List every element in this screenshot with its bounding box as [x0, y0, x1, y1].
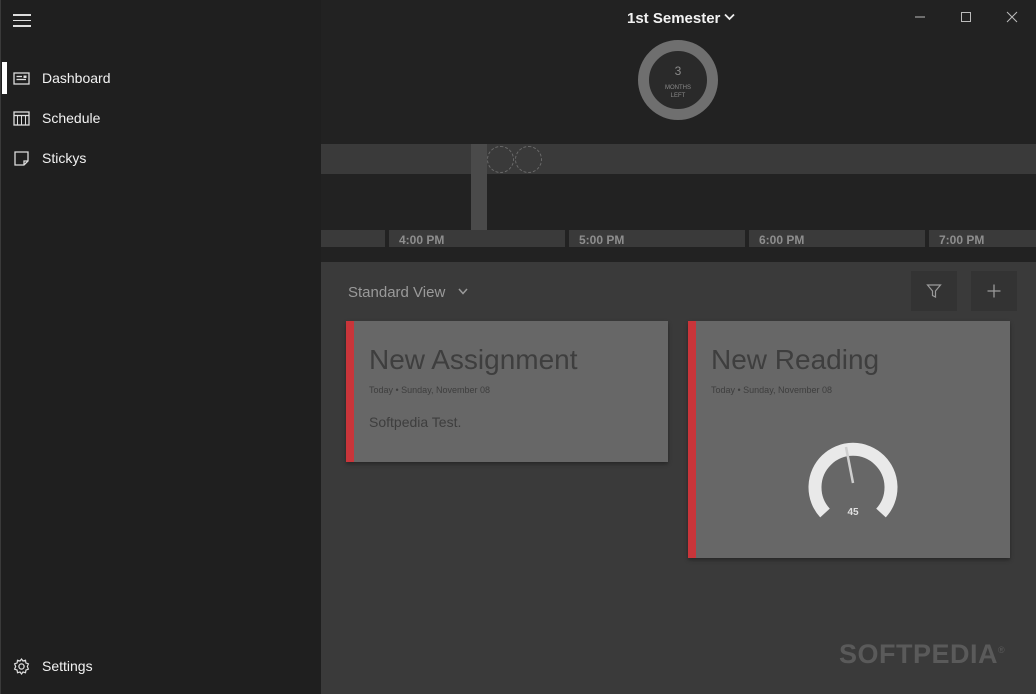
main-area: 1st Semester 3 MONTHS LEFT 4:00 PM 5:00 … [321, 0, 1036, 694]
close-icon[interactable] [1003, 8, 1021, 26]
view-selector[interactable]: Standard View [348, 284, 445, 301]
sidebar-item-stickys[interactable]: Stickys [1, 140, 322, 176]
maximize-icon[interactable] [957, 8, 975, 26]
gauge-value: 45 [847, 507, 859, 518]
timeline-placeholder-circle [487, 146, 514, 173]
chevron-down-icon[interactable] [724, 13, 735, 21]
sidebar-item-label: Stickys [42, 150, 87, 166]
sidebar-item-schedule[interactable]: Schedule [1, 100, 322, 136]
assignment-card[interactable]: New Assignment Today • Sunday, November … [346, 321, 668, 462]
sidebar: Dashboard Schedule Stickys Settings [0, 0, 321, 694]
sidebar-item-settings[interactable]: Settings [1, 648, 322, 684]
minimize-icon[interactable] [911, 8, 929, 26]
calendar-icon [13, 111, 30, 126]
sidebar-item-label: Dashboard [42, 70, 111, 86]
countdown-value: 3 [674, 64, 682, 78]
timeline-band [321, 144, 1036, 174]
card-date: Today • Sunday, November 08 [711, 385, 833, 395]
plus-icon [987, 284, 1001, 298]
progress-gauge: 45 [808, 433, 898, 523]
time-label: 7:00 PM [939, 233, 985, 247]
time-label: 5:00 PM [579, 233, 625, 247]
sidebar-item-label: Settings [42, 658, 93, 674]
add-button[interactable] [971, 271, 1017, 311]
dashboard-icon [13, 72, 30, 85]
card-title: New Reading [711, 344, 880, 375]
time-label: 6:00 PM [759, 233, 805, 247]
card-accent-stripe [346, 321, 354, 462]
chevron-down-icon[interactable] [458, 288, 468, 295]
card-date: Today • Sunday, November 08 [369, 385, 491, 395]
sticky-note-icon [14, 151, 29, 166]
header-band: 1st Semester 3 MONTHS LEFT 4:00 PM 5:00 … [321, 0, 1036, 262]
timeline-scale: 4:00 PM 5:00 PM 6:00 PM 7:00 PM [321, 230, 1036, 247]
filter-icon [926, 284, 942, 298]
countdown-label: MONTHS LEFT [665, 85, 691, 99]
hamburger-menu-icon[interactable] [13, 14, 31, 28]
time-label: 4:00 PM [399, 233, 445, 247]
sidebar-item-dashboard[interactable]: Dashboard [1, 60, 322, 96]
card-title: New Assignment [369, 344, 578, 375]
content-area: Standard View New Assignment Today • Sun… [321, 262, 1036, 694]
reading-card[interactable]: New Reading Today • Sunday, November 08 … [688, 321, 1010, 558]
softpedia-watermark: SOFTPEDIA® [839, 639, 1006, 669]
sidebar-item-label: Schedule [42, 110, 101, 126]
card-note: Softpedia Test. [369, 414, 462, 430]
gear-icon [13, 658, 30, 675]
time-segment [321, 230, 385, 247]
filter-button[interactable] [911, 271, 957, 311]
card-accent-stripe [688, 321, 696, 558]
timeline-placeholder-circle [515, 146, 542, 173]
semester-selector[interactable]: 1st Semester [627, 10, 720, 27]
countdown-ring: 3 MONTHS LEFT [638, 40, 718, 120]
